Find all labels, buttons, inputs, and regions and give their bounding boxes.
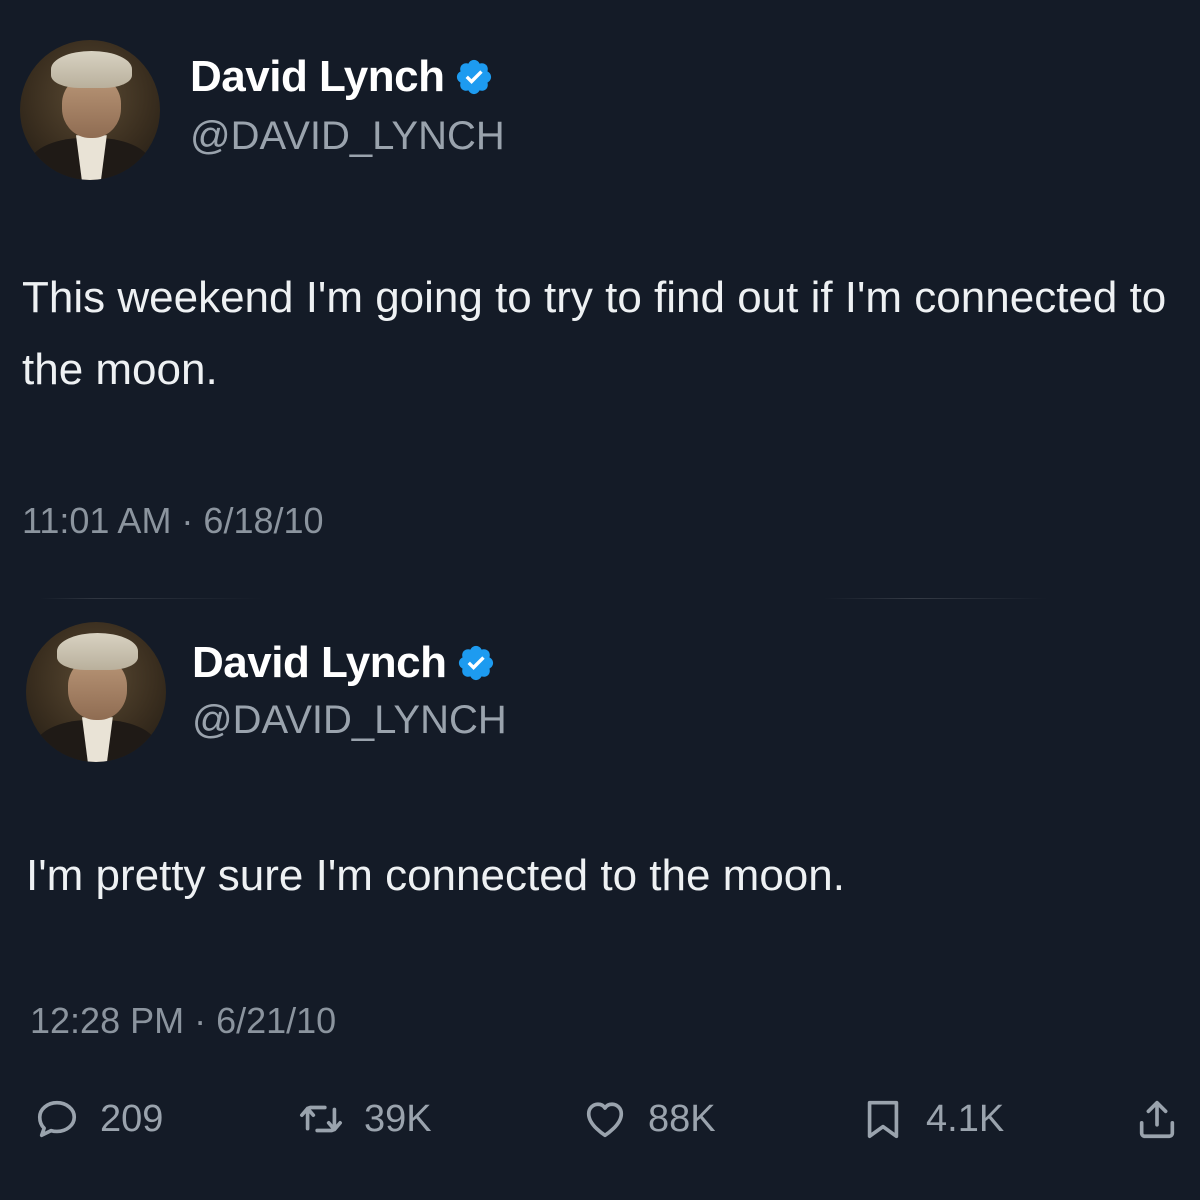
retweet-arrows-icon [300,1105,342,1133]
avatar[interactable] [20,40,160,180]
author-name[interactable]: David Lynch [192,638,447,688]
share-upload-icon [1139,1100,1175,1139]
author-name-row[interactable]: David Lynch [192,638,496,688]
tweet-text: I'm pretty sure I'm connected to the moo… [26,851,845,900]
tweet-timestamp[interactable]: 12:28 PM · 6/21/10 [30,1000,336,1042]
tweet-timestamp[interactable]: 11:01 AM · 6/18/10 [22,500,324,542]
speech-bubble-icon [37,1100,77,1138]
bookmark-button[interactable]: 4.1K [860,1096,1004,1142]
tweet-divider [40,598,1160,599]
avatar-hair [50,51,132,88]
author-name-row[interactable]: David Lynch [190,52,494,102]
reply-count: 209 [100,1097,164,1140]
heart-icon [586,1102,624,1138]
retweet-button[interactable]: 39K [298,1096,432,1142]
tweet-text: This weekend I'm going to try to find ou… [22,273,1167,394]
author-handle[interactable]: @DAVID_LYNCH [192,698,507,743]
tweet-action-bar: 209 39K 88K 4.1K [0,1096,1200,1156]
author-name[interactable]: David Lynch [190,52,445,102]
share-button[interactable] [1134,1096,1200,1142]
author-handle[interactable]: @DAVID_LYNCH [190,114,505,159]
verified-badge-icon [456,643,496,683]
bookmark-count: 4.1K [926,1097,1005,1140]
bookmark-icon [867,1100,899,1139]
avatar-hair [56,633,138,670]
verified-badge-icon [454,57,494,97]
tweet-1[interactable]: David Lynch @DAVID_LYNCH This weekend I'… [0,0,1200,600]
reply-button[interactable]: 209 [34,1096,163,1142]
like-count: 88K [648,1097,716,1140]
like-button[interactable]: 88K [582,1096,716,1142]
avatar[interactable] [26,622,166,762]
retweet-count: 39K [364,1097,432,1140]
